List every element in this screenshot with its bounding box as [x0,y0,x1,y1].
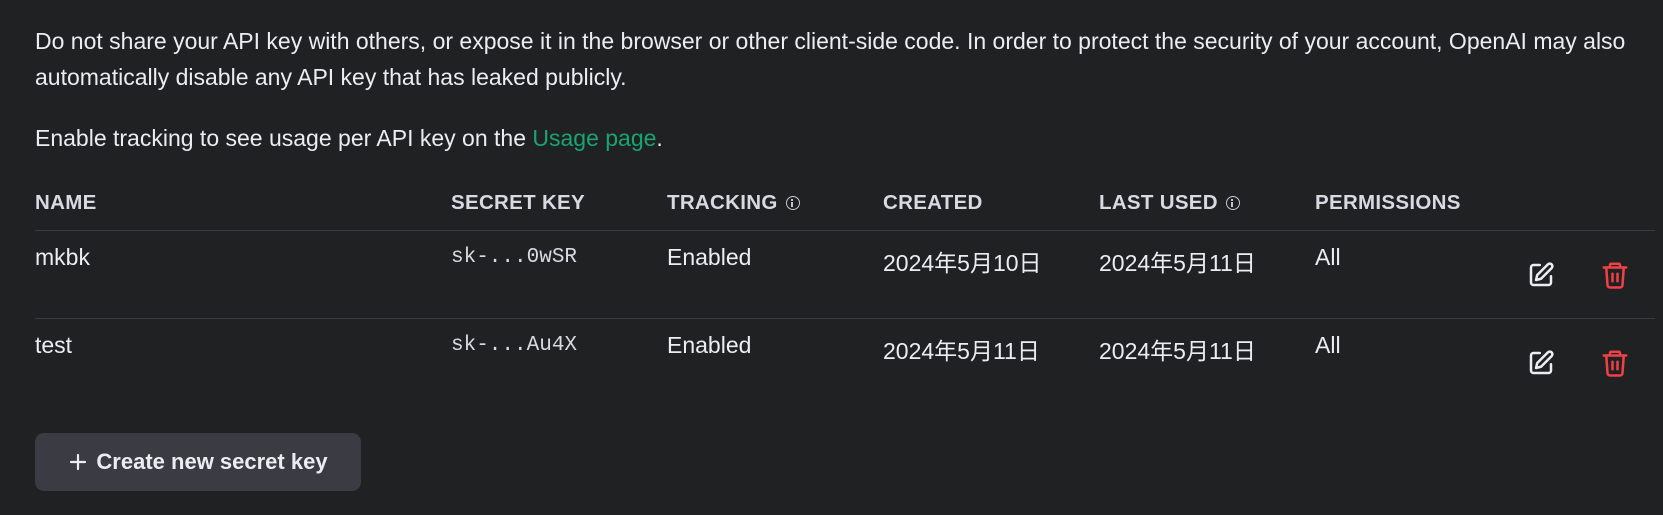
usage-page-link[interactable]: Usage page [532,125,656,151]
table-row: mkbk sk-...0wSR Enabled 2024年5月10日 2024年… [35,231,1655,319]
header-name-label: NAME [35,191,97,214]
pencil-edit-icon [1529,262,1554,287]
secret-key-value: sk-...0wSR [451,246,578,269]
tracking-notice: Enable tracking to see usage per API key… [35,120,1655,156]
last-used-date: 2024年5月11日 [1099,338,1256,364]
pencil-edit-icon [1529,350,1554,375]
permissions-value: All [1315,332,1341,358]
header-name: NAME [35,191,97,215]
plus-icon [70,453,87,471]
header-permissions: PERMISSIONS [1315,191,1461,215]
trash-icon [1602,350,1628,377]
last-used-date: 2024年5月11日 [1099,250,1256,276]
create-button-label: Create new secret key [96,449,328,474]
secret-key-value: sk-...Au4X [451,334,578,357]
tracking-notice-text: Enable tracking to see usage per API key… [35,125,533,151]
delete-key-button[interactable] [1597,257,1633,293]
header-tracking: TRACKING [667,191,800,215]
edit-key-button[interactable] [1523,257,1559,293]
header-last-used: LAST USED [1099,191,1240,215]
header-tracking-label: TRACKING [667,191,778,214]
create-new-secret-key-button[interactable]: Create new secret key [35,433,361,491]
created-date: 2024年5月11日 [883,338,1040,364]
delete-key-button[interactable] [1597,345,1633,381]
header-permissions-label: PERMISSIONS [1315,191,1461,214]
tracking-info-icon[interactable] [785,196,800,210]
key-name: test [35,332,73,358]
key-name: mkbk [35,244,90,270]
table-header: NAME SECRET KEY TRACKING CREATED LAST US… [35,183,1655,231]
api-keys-panel: Do not share your API key with others, o… [35,0,1655,491]
header-secret-key-label: SECRET KEY [451,191,585,214]
tracking-notice-period: . [656,125,663,151]
header-last-used-label: LAST USED [1099,191,1218,214]
header-created-label: CREATED [883,191,983,214]
trash-icon [1602,262,1628,289]
created-date: 2024年5月10日 [883,250,1042,276]
security-notice: Do not share your API key with others, o… [35,28,1626,90]
header-secret-key: SECRET KEY [451,191,585,215]
api-keys-table: NAME SECRET KEY TRACKING CREATED LAST US… [35,183,1655,406]
edit-key-button[interactable] [1523,345,1559,381]
permissions-value: All [1315,244,1341,270]
last-used-info-icon[interactable] [1225,196,1240,210]
tracking-status: Enabled [667,244,752,270]
tracking-status: Enabled [667,332,752,358]
table-row: test sk-...Au4X Enabled 2024年5月11日 2024年… [35,319,1655,406]
header-created: CREATED [883,191,983,215]
